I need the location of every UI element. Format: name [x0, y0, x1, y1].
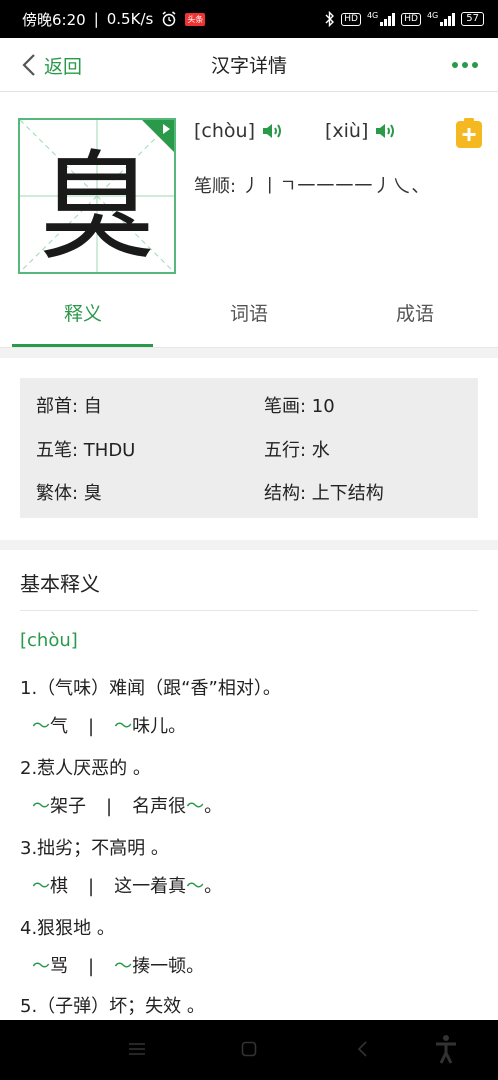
chevron-left-icon — [22, 54, 35, 76]
pronunciation-item[interactable]: [chòu] — [194, 120, 285, 142]
tilde: ～ — [32, 796, 50, 817]
definition-pinyin: [chòu] — [20, 630, 78, 651]
net-label-1: 4G — [366, 11, 379, 20]
definition-item: 5.（子弹）坏；失效 。 — [20, 996, 205, 1017]
tab-bar: 释义 词语 成语 — [0, 292, 498, 348]
example-word: 骂 — [50, 956, 68, 977]
info-radical: 部首: 自 — [36, 396, 102, 417]
pronunciation-row: [chòu] [xiù] — [194, 120, 398, 142]
example-row: ～气 | ～味儿。 — [32, 712, 186, 738]
example-word: 棋 — [50, 876, 68, 897]
pinyin-text: [xiù] — [324, 120, 369, 142]
toutiao-icon: 头条 — [185, 12, 206, 26]
definition-item: 4.狠狠地 。 — [20, 918, 115, 939]
definition-card: 基本释义 [chòu] 1.（气味）难闻（跟“香”相对）。 ～气 | ～味儿。 2.… — [0, 550, 498, 1030]
hd-badge-2: HD — [401, 12, 421, 26]
separator: | — [88, 876, 95, 897]
play-icon — [163, 124, 170, 134]
add-to-notebook-button[interactable] — [456, 118, 482, 148]
back-nav-icon[interactable] — [356, 1041, 368, 1057]
example-row: ～架子 | 名声很～。 — [32, 792, 222, 818]
info-wubi: 五笔: THDU — [36, 440, 136, 461]
status-divider: | — [93, 10, 99, 28]
tilde: ～ — [186, 796, 205, 817]
signal-icon-1 — [380, 12, 396, 26]
more-button[interactable] — [452, 38, 478, 92]
info-wuxing: 五行: 水 — [264, 440, 330, 461]
info-table: 部首: 自 笔画: 10 五笔: THDU 五行: 水 繁体: 臭 结构: 上下… — [20, 378, 478, 518]
example-word: 气 — [50, 716, 68, 737]
stroke-label: 笔顺: — [194, 176, 237, 197]
tab-words[interactable]: 词语 — [179, 292, 319, 348]
top-nav: 返回 汉字详情 — [0, 38, 498, 92]
definition-item: 2.惹人厌恶的 。 — [20, 758, 151, 779]
bluetooth-icon — [325, 11, 335, 27]
more-dot-icon — [452, 62, 458, 68]
speaker-icon[interactable] — [374, 121, 398, 141]
example-word: 名声很 — [132, 796, 187, 817]
tab-idioms[interactable]: 成语 — [345, 292, 485, 348]
tilde: ～ — [32, 876, 50, 897]
status-speed: 0.5K/s — [106, 10, 154, 28]
stroke-sequence: 丿丨ㄱ一一一一丿乀、 — [241, 176, 431, 197]
tab-indicator — [12, 344, 153, 347]
character-grid[interactable]: 臭 — [18, 118, 176, 274]
example-word: 揍一顿。 — [132, 956, 205, 977]
info-card: 部首: 自 笔画: 10 五笔: THDU 五行: 水 繁体: 臭 结构: 上下… — [0, 358, 498, 540]
tilde: ～ — [114, 716, 133, 737]
example-row: ～棋 | 这一着真～。 — [32, 872, 222, 898]
tilde: ～ — [114, 956, 133, 977]
hd-badge-1: HD — [341, 12, 361, 26]
definition-item: 3.拙劣；不高明 。 — [20, 838, 169, 859]
section-title: 基本释义 — [20, 572, 100, 596]
separator: | — [88, 956, 95, 977]
example-word: 味儿。 — [132, 716, 187, 737]
net-label-2: 4G — [426, 11, 439, 20]
more-dot-icon — [472, 62, 478, 68]
status-time: 傍晚6:20 — [22, 10, 86, 29]
accessibility-icon[interactable] — [434, 1034, 458, 1064]
status-bar: 傍晚6:20 | 0.5K/s 头条 HD 4G HD 4G 57 — [0, 0, 498, 38]
separator: | — [106, 796, 113, 817]
home-icon[interactable] — [241, 1041, 257, 1057]
example-word: 。 — [204, 796, 223, 817]
signal-icon-2 — [440, 12, 456, 26]
example-word: 这一着真 — [114, 876, 187, 897]
separator: | — [88, 716, 95, 737]
divider — [20, 610, 478, 611]
battery-icon: 57 — [461, 12, 484, 26]
tilde: ～ — [32, 956, 50, 977]
tilde: ～ — [32, 716, 50, 737]
definition-item: 1.（气味）难闻（跟“香”相对）。 — [20, 678, 281, 699]
tab-definition[interactable]: 释义 — [13, 292, 153, 348]
more-dot-icon — [462, 62, 468, 68]
example-word: 架子 — [50, 796, 86, 817]
menu-icon[interactable] — [128, 1042, 146, 1056]
example-word: 。 — [204, 876, 223, 897]
info-traditional: 繁体: 臭 — [36, 483, 102, 504]
alarm-icon — [162, 11, 176, 27]
example-row: ～骂 | ～揍一顿。 — [32, 952, 204, 978]
tilde: ～ — [186, 876, 205, 897]
pinyin-text: [chòu] — [194, 120, 255, 142]
pronunciation-item[interactable]: [xiù] — [325, 120, 398, 142]
speaker-icon[interactable] — [261, 121, 285, 141]
back-label: 返回 — [44, 55, 83, 78]
info-stroke-count: 笔画: 10 — [264, 396, 335, 417]
back-button[interactable]: 返回 — [22, 38, 82, 92]
system-nav-bar — [0, 1020, 498, 1080]
stroke-order: 笔顺: 丿丨ㄱ一一一一丿乀、 — [194, 172, 430, 198]
info-structure: 结构: 上下结构 — [264, 483, 384, 504]
